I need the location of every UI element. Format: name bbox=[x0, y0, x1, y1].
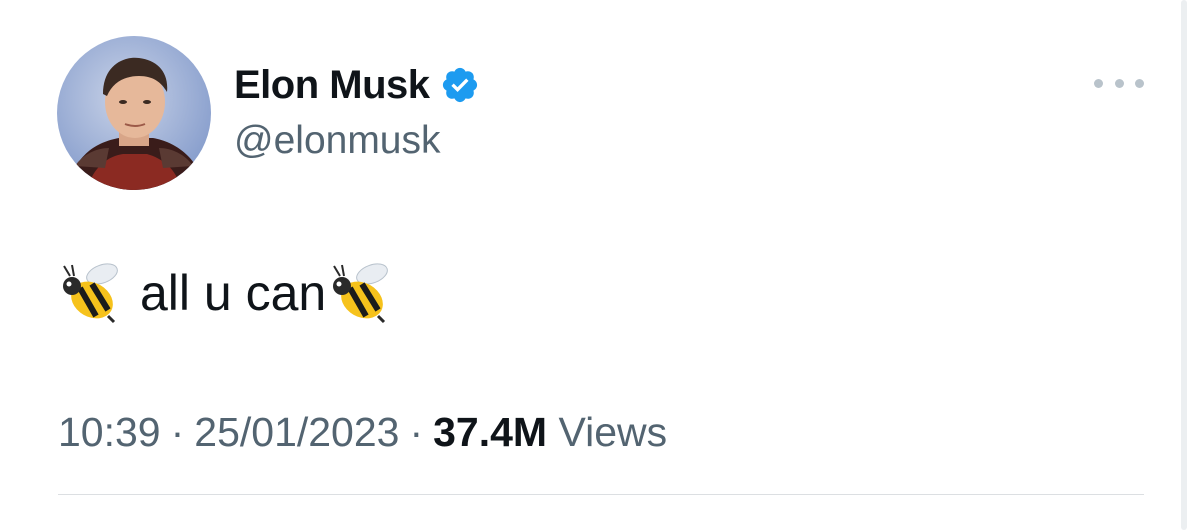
tweet-body-text: all u can bbox=[140, 265, 327, 321]
views-label[interactable]: Views bbox=[558, 409, 667, 455]
scrollbar[interactable] bbox=[1181, 0, 1187, 530]
bee-emoji-icon bbox=[58, 260, 124, 326]
divider bbox=[58, 494, 1144, 495]
tweet-date[interactable]: 25/01/2023 bbox=[194, 409, 399, 455]
tweet-meta: 10:39 · 25/01/2023 · 37.4M Views bbox=[58, 406, 667, 458]
more-dot-icon bbox=[1094, 78, 1103, 88]
bee-emoji-icon bbox=[328, 260, 394, 326]
verified-badge-icon bbox=[440, 65, 480, 105]
tweet-text: all u can bbox=[58, 258, 394, 328]
avatar-image bbox=[57, 36, 211, 190]
avatar[interactable] bbox=[57, 36, 211, 190]
tweet-time[interactable]: 10:39 bbox=[58, 409, 161, 455]
more-options-button[interactable] bbox=[1094, 68, 1144, 98]
author-handle[interactable]: @elonmusk bbox=[234, 117, 441, 165]
meta-separator: · bbox=[409, 409, 424, 455]
more-dot-icon bbox=[1114, 78, 1124, 88]
author-name-row: Elon Musk bbox=[234, 60, 480, 110]
more-dot-icon bbox=[1135, 78, 1144, 88]
author-display-name[interactable]: Elon Musk bbox=[234, 60, 430, 110]
tweet-card: Elon Musk @elonmusk all u can 10:39 · 25… bbox=[0, 0, 1200, 530]
meta-separator: · bbox=[170, 409, 185, 455]
views-count[interactable]: 37.4M bbox=[433, 409, 547, 455]
